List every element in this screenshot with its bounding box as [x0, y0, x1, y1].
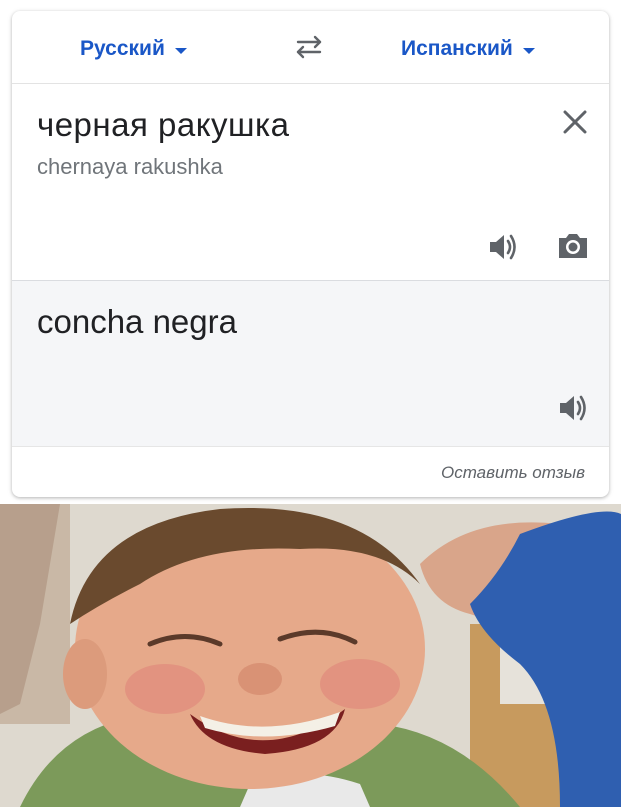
- translate-card: Русский Испанский черная ракушка chernay…: [12, 11, 609, 497]
- translation-output-area: concha negra: [12, 280, 609, 447]
- close-icon[interactable]: [559, 106, 591, 138]
- transliteration-text: chernaya rakushka: [37, 154, 223, 179]
- source-language-label: Русский: [80, 37, 165, 60]
- speaker-icon[interactable]: [556, 391, 590, 425]
- target-language-label: Испанский: [401, 37, 513, 60]
- camera-icon[interactable]: [555, 228, 591, 264]
- language-bar: Русский Испанский: [12, 11, 609, 84]
- speaker-icon[interactable]: [486, 230, 520, 264]
- swap-languages-icon[interactable]: [292, 33, 326, 61]
- translation-text: concha negra: [37, 303, 237, 340]
- chevron-down-icon: [522, 48, 535, 54]
- feedback-link[interactable]: Оставить отзыв: [441, 463, 585, 483]
- target-language-selector[interactable]: Испанский: [401, 37, 535, 61]
- chevron-down-icon: [174, 48, 187, 54]
- source-language-selector[interactable]: Русский: [80, 37, 187, 61]
- laughing-boy-photo: [0, 504, 621, 807]
- source-input-area[interactable]: черная ракушка chernaya rakushka: [12, 84, 609, 280]
- source-text[interactable]: черная ракушка: [37, 106, 290, 144]
